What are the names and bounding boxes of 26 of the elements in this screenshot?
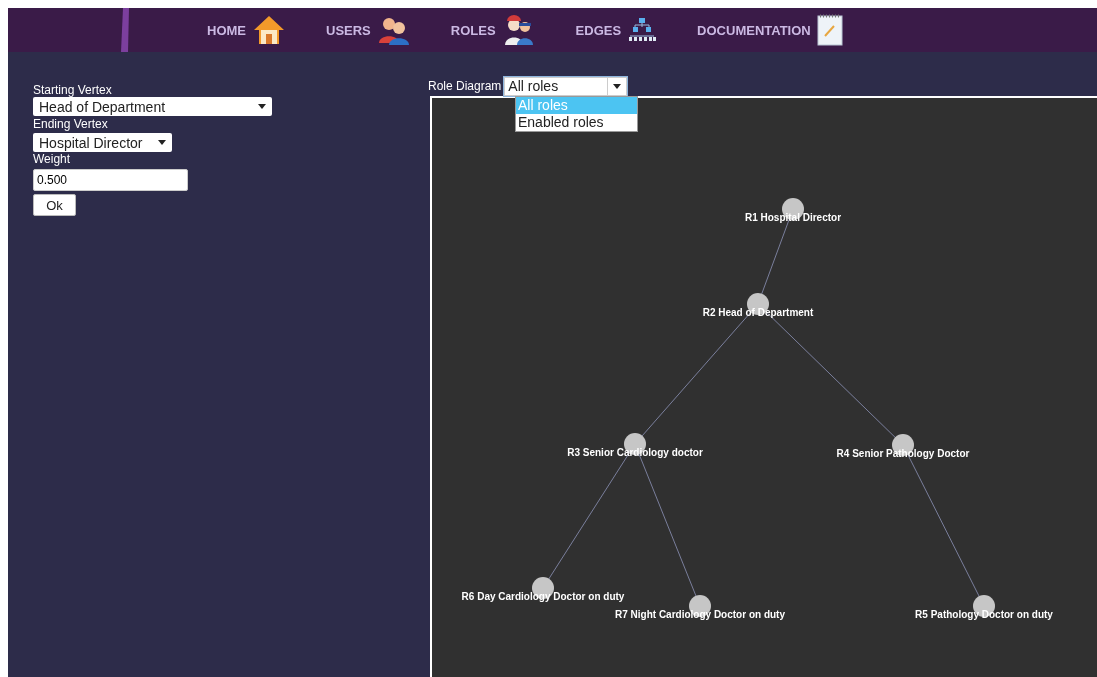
caret-icon: [258, 104, 266, 109]
starting-vertex-select[interactable]: Head of Department: [33, 97, 272, 116]
caret-icon: [613, 83, 622, 89]
role-filter-select[interactable]: All roles: [504, 76, 628, 96]
weight-input[interactable]: 0.500: [33, 169, 188, 191]
nav-link[interactable]: ROLES: [450, 14, 536, 46]
notepad-icon: [816, 14, 843, 46]
field-label: Weight: [33, 153, 71, 166]
ok-button[interactable]: Ok: [33, 194, 76, 216]
nav-link[interactable]: EDGES: [575, 17, 658, 43]
field-label: Ending Vertex: [33, 118, 108, 131]
caret-icon: [158, 140, 166, 145]
role-diagram-label: Role Diagram: [428, 79, 502, 93]
nav-link[interactable]: HOME: [207, 14, 286, 46]
org-chart-icon: [627, 17, 658, 43]
dropdown-option[interactable]: Enabled roles: [516, 114, 637, 131]
node-label: R6 Day Cardiology Doctor on duty: [461, 591, 625, 602]
nav-link[interactable]: DOCUMENTATION: [697, 14, 843, 46]
node-label: R5 Pathology Doctor on duty: [915, 609, 1053, 620]
node-label: R4 Senior Pathology Doctor: [836, 448, 970, 459]
ending-vertex-select[interactable]: Hospital Director: [33, 133, 172, 152]
house-icon: [252, 14, 286, 46]
brush-stroke-drawing: [120, 8, 130, 52]
users-icon: [376, 15, 411, 45]
field-label: Starting Vertex: [33, 84, 112, 97]
nav-link[interactable]: USERS: [326, 15, 411, 45]
